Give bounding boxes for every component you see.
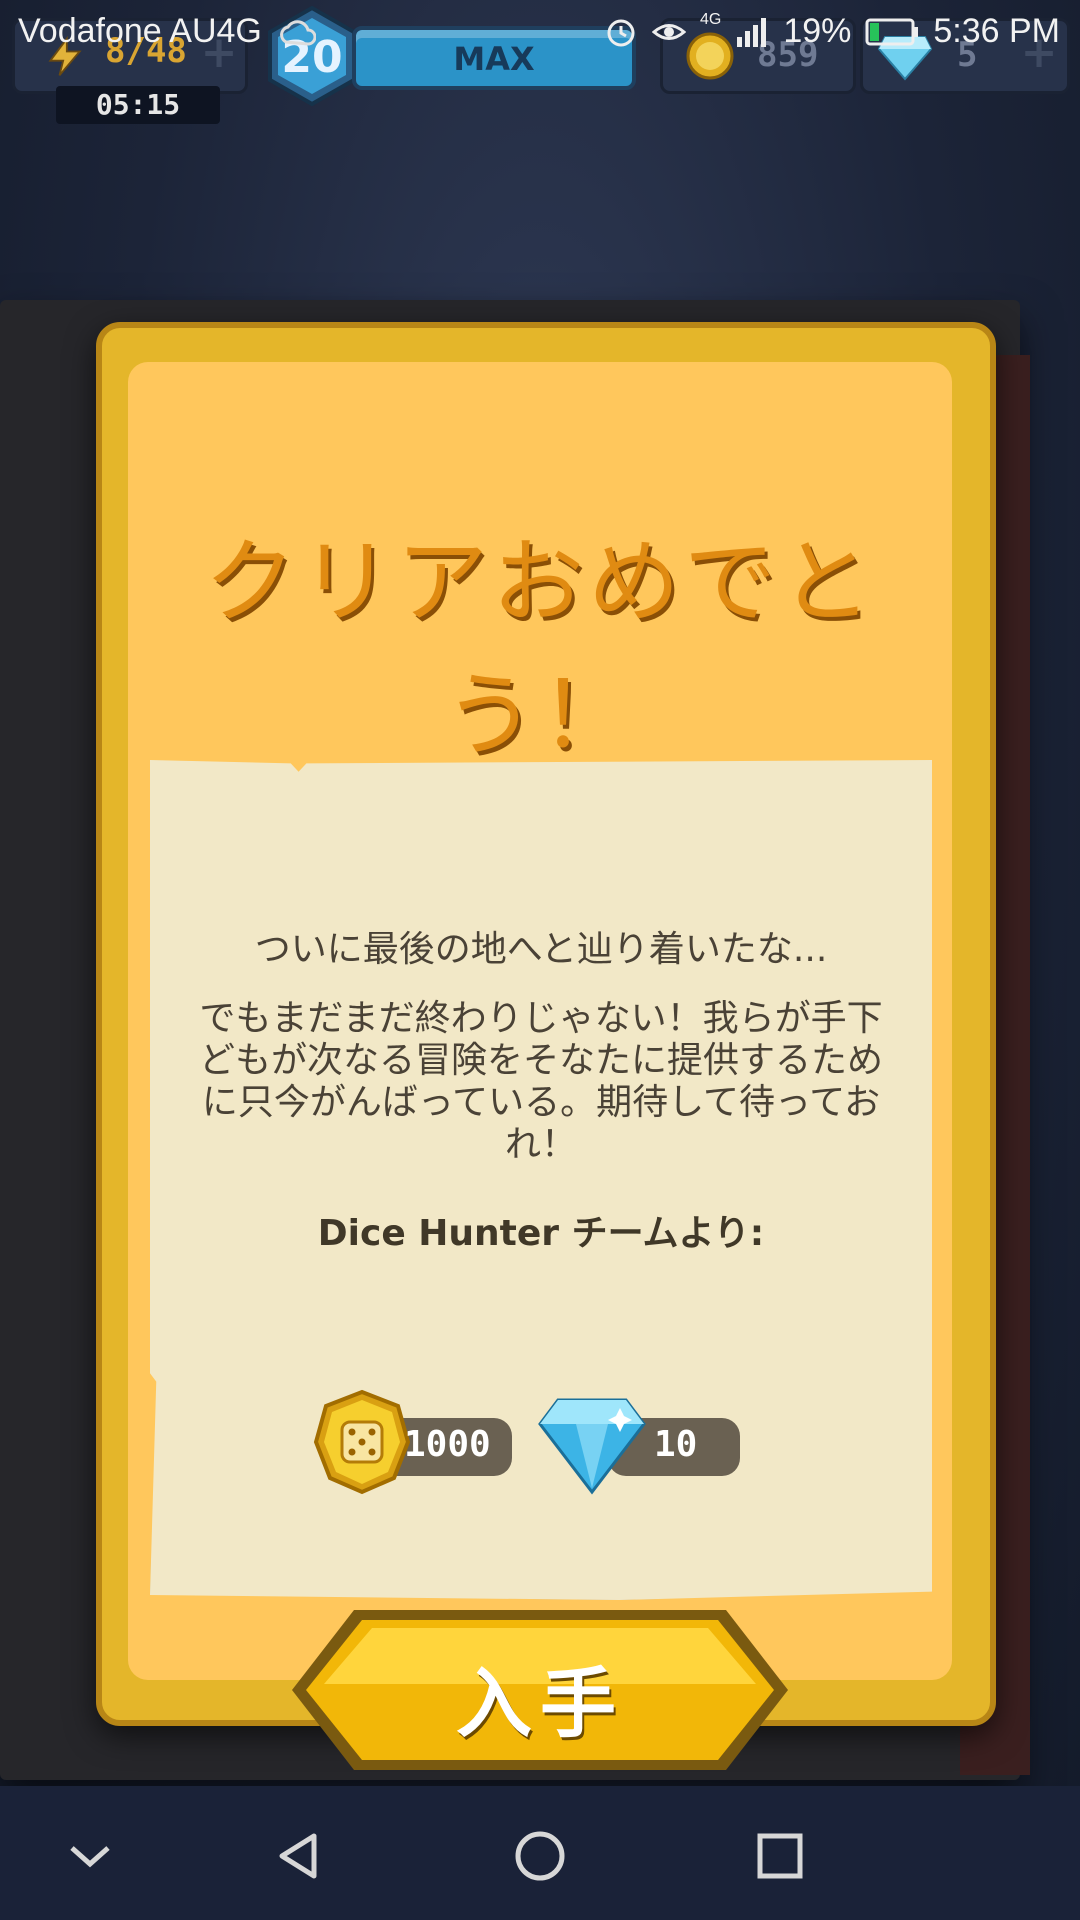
- paragraph-line: れ！: [504, 1124, 577, 1165]
- paragraph-line: に只今がんばっている。期待して待ってお: [201, 1082, 881, 1123]
- recent-apps-icon[interactable]: [740, 1816, 820, 1896]
- coin-reward: 1000: [312, 1389, 512, 1495]
- coin-reward-value: 1000: [404, 1424, 491, 1465]
- signal-icon: [737, 17, 767, 47]
- paragraph-line: どもが次なる冒険をそなたに提供するため: [198, 1040, 883, 1081]
- claim-button[interactable]: 入手: [288, 1606, 792, 1774]
- dice-coin-icon: [313, 1389, 411, 1495]
- gem-reward-value: 10: [654, 1424, 698, 1465]
- gem-reward: 10: [536, 1398, 740, 1495]
- message-paragraph: でもまだまだ終わりじゃない！我らが手下 どもが次なる冒険をそなたに提供するため …: [190, 998, 892, 1166]
- battery-icon: [865, 18, 919, 45]
- network-type: 4G: [699, 10, 722, 28]
- carrier-name: Vodafone AU4G: [18, 12, 262, 50]
- back-icon[interactable]: [260, 1816, 340, 1896]
- dialog-title: クリアおめでとう！: [203, 529, 876, 769]
- status-bar: Vodafone AU4G 4G 19% 5:36 PM: [0, 0, 1080, 72]
- alarm-icon: [607, 19, 635, 46]
- diamond-icon: [538, 1398, 646, 1495]
- home-icon[interactable]: [500, 1816, 580, 1896]
- paragraph-line: でもまだまだ終わりじゃない！我らが手下: [199, 998, 883, 1039]
- message-line: ついに最後の地へと辿り着いたな...: [254, 929, 828, 970]
- weather-icon: [280, 20, 316, 46]
- battery-percent: 19%: [783, 12, 852, 50]
- energy-timer: 05:15: [56, 86, 220, 124]
- signoff-text: Dice Hunter チームより:: [317, 1213, 765, 1254]
- claim-button-label: 入手: [456, 1659, 624, 1748]
- collapse-chevron-icon[interactable]: [50, 1816, 130, 1896]
- eye-icon: [651, 23, 686, 40]
- android-nav-bar: [0, 1786, 1080, 1920]
- status-icons: 4G 19% 5:36 PM: [604, 10, 1060, 51]
- clock: 5:36 PM: [933, 12, 1060, 50]
- timer-value: 05:15: [95, 88, 181, 121]
